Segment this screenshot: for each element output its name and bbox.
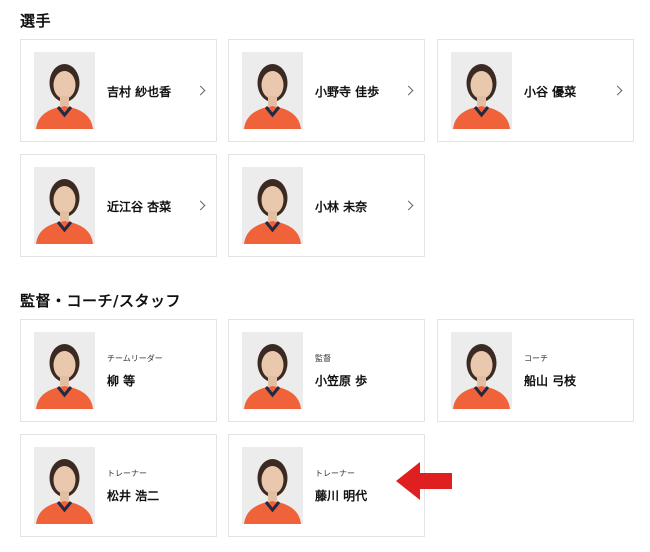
chevron-right-icon xyxy=(195,85,206,96)
player-photo xyxy=(451,52,512,129)
staff-card[interactable]: 監督 小笠原 歩 xyxy=(228,319,425,422)
person-portrait-icon xyxy=(242,332,303,409)
staff-role: トレーナー xyxy=(315,469,355,478)
person-portrait-icon xyxy=(34,167,95,244)
staff-card[interactable]: チームリーダー 柳 等 xyxy=(20,319,217,422)
player-card[interactable]: 吉村 紗也香 xyxy=(20,39,217,142)
player-photo xyxy=(242,167,303,244)
player-card[interactable]: 近江谷 杏菜 xyxy=(20,154,217,257)
player-card[interactable]: 小野寺 佳歩 xyxy=(228,39,425,142)
player-name: 小谷 優菜 xyxy=(524,85,577,99)
chevron-right-icon xyxy=(612,85,623,96)
player-card[interactable]: 小谷 優菜 xyxy=(437,39,634,142)
staff-role: 監督 xyxy=(315,354,331,363)
players-section-title: 選手 xyxy=(20,12,52,30)
person-portrait-icon xyxy=(451,332,512,409)
player-photo xyxy=(242,52,303,129)
staff-photo xyxy=(34,447,95,524)
person-portrait-icon xyxy=(34,332,95,409)
staff-card[interactable]: コーチ 船山 弓枝 xyxy=(437,319,634,422)
staff-name: 松井 浩二 xyxy=(107,489,160,503)
player-name: 吉村 紗也香 xyxy=(107,85,172,99)
person-portrait-icon xyxy=(242,447,303,524)
staff-name: 柳 等 xyxy=(107,374,136,388)
player-name: 小林 未奈 xyxy=(315,200,368,214)
player-card[interactable]: 小林 未奈 xyxy=(228,154,425,257)
chevron-right-icon xyxy=(195,200,206,211)
player-name: 近江谷 杏菜 xyxy=(107,200,172,214)
staff-photo xyxy=(451,332,512,409)
staff-name: 船山 弓枝 xyxy=(524,374,577,388)
player-photo xyxy=(34,167,95,244)
person-portrait-icon xyxy=(34,52,95,129)
person-portrait-icon xyxy=(242,52,303,129)
staff-photo xyxy=(242,447,303,524)
staff-photo xyxy=(34,332,95,409)
player-photo xyxy=(34,52,95,129)
staff-name: 藤川 明代 xyxy=(315,489,368,503)
person-portrait-icon xyxy=(451,52,512,129)
chevron-right-icon xyxy=(403,200,414,211)
staff-section-title: 監督・コーチ/スタッフ xyxy=(20,292,181,310)
staff-card[interactable]: トレーナー 松井 浩二 xyxy=(20,434,217,537)
arrow-left-icon xyxy=(396,462,452,500)
staff-role: コーチ xyxy=(524,354,548,363)
person-portrait-icon xyxy=(34,447,95,524)
staff-name: 小笠原 歩 xyxy=(315,374,368,388)
chevron-right-icon xyxy=(403,85,414,96)
player-name: 小野寺 佳歩 xyxy=(315,85,380,99)
staff-role: トレーナー xyxy=(107,469,147,478)
staff-role: チームリーダー xyxy=(107,354,163,363)
staff-photo xyxy=(242,332,303,409)
person-portrait-icon xyxy=(242,167,303,244)
